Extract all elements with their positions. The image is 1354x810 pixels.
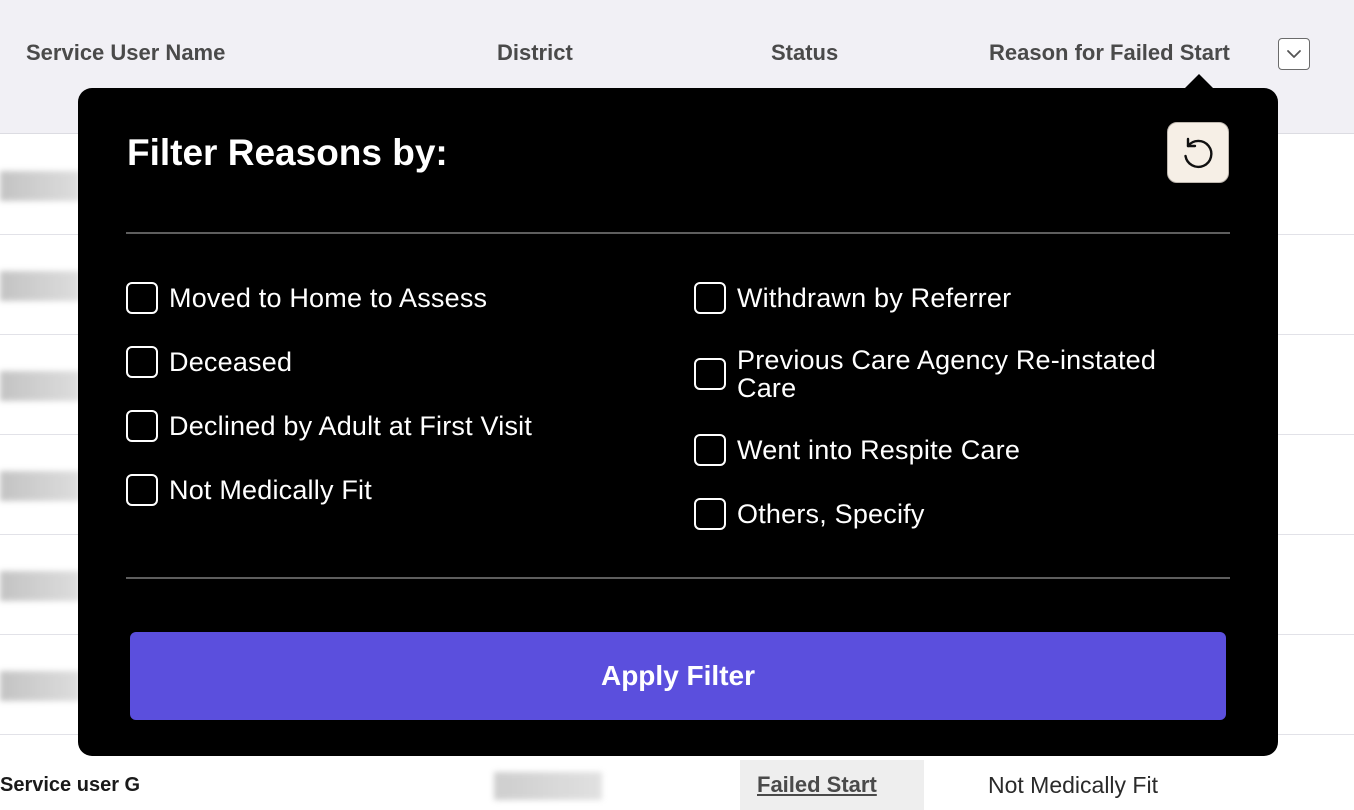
column-header-status[interactable]: Status [771,40,838,66]
checkbox[interactable] [694,498,726,530]
option-label: Moved to Home to Assess [169,283,488,313]
popover-pointer [1184,74,1214,89]
divider [126,577,1230,579]
popover-title: Filter Reasons by: [127,132,448,173]
checkbox[interactable] [694,282,726,314]
blurred-name [0,471,80,501]
option-label: Others, Specify [737,499,925,529]
option-previous-care-agency[interactable]: Previous Care Agency Re-instated Care [694,346,1197,402]
option-declined-by-adult[interactable]: Declined by Adult at First Visit [126,410,532,442]
option-label: Not Medically Fit [169,475,372,505]
option-deceased[interactable]: Deceased [126,346,292,378]
blurred-name [0,171,80,201]
blurred-name [0,371,80,401]
option-label: Declined by Adult at First Visit [169,411,533,441]
checkbox[interactable] [126,282,158,314]
reset-icon [1184,137,1213,168]
option-label: Went into Respite Care [737,435,1021,465]
stage: Service User Name District Status Reason… [0,0,1354,810]
chevron-down-icon [1287,50,1301,58]
column-header-district[interactable]: District [497,40,573,66]
option-moved-to-home-to-assess[interactable]: Moved to Home to Assess [126,282,487,314]
column-header-reason[interactable]: Reason for Failed Start [989,40,1230,66]
apply-filter-label: Apply Filter [600,660,755,691]
option-not-medically-fit[interactable]: Not Medically Fit [126,474,372,506]
option-others-specify[interactable]: Others, Specify [694,498,925,530]
checkbox[interactable] [694,434,726,466]
column-header-service-user-name[interactable]: Service User Name [26,40,225,66]
checkbox[interactable] [694,358,726,390]
apply-filter-button[interactable]: Apply Filter [130,632,1226,720]
blurred-name [0,271,80,301]
failed-start-link[interactable]: Failed Start [757,772,877,798]
table-row[interactable]: Service user G Failed Start Not Medicall… [0,760,1354,810]
option-label: Withdrawn by Referrer [737,283,1012,313]
divider [126,232,1230,234]
blurred-name [0,671,80,701]
status-cell: Failed Start [740,760,924,810]
option-went-into-respite-care[interactable]: Went into Respite Care [694,434,1020,466]
option-label: Previous Care Agency Re-instated Care [737,345,1157,403]
reason-filter-dropdown-button[interactable] [1278,38,1310,70]
blurred-district-cell [494,772,602,800]
option-label: Deceased [169,347,293,377]
filter-reasons-popover: Filter Reasons by: Moved to Home to Asse… [78,74,1278,756]
checkbox[interactable] [126,410,158,442]
checkbox[interactable] [126,474,158,506]
checkbox[interactable] [126,346,158,378]
service-user-name-cell: Service user G [0,774,141,796]
reason-cell: Not Medically Fit [988,772,1158,798]
reset-filter-button[interactable] [1167,122,1229,183]
blurred-name [0,571,80,601]
option-withdrawn-by-referrer[interactable]: Withdrawn by Referrer [694,282,1011,314]
